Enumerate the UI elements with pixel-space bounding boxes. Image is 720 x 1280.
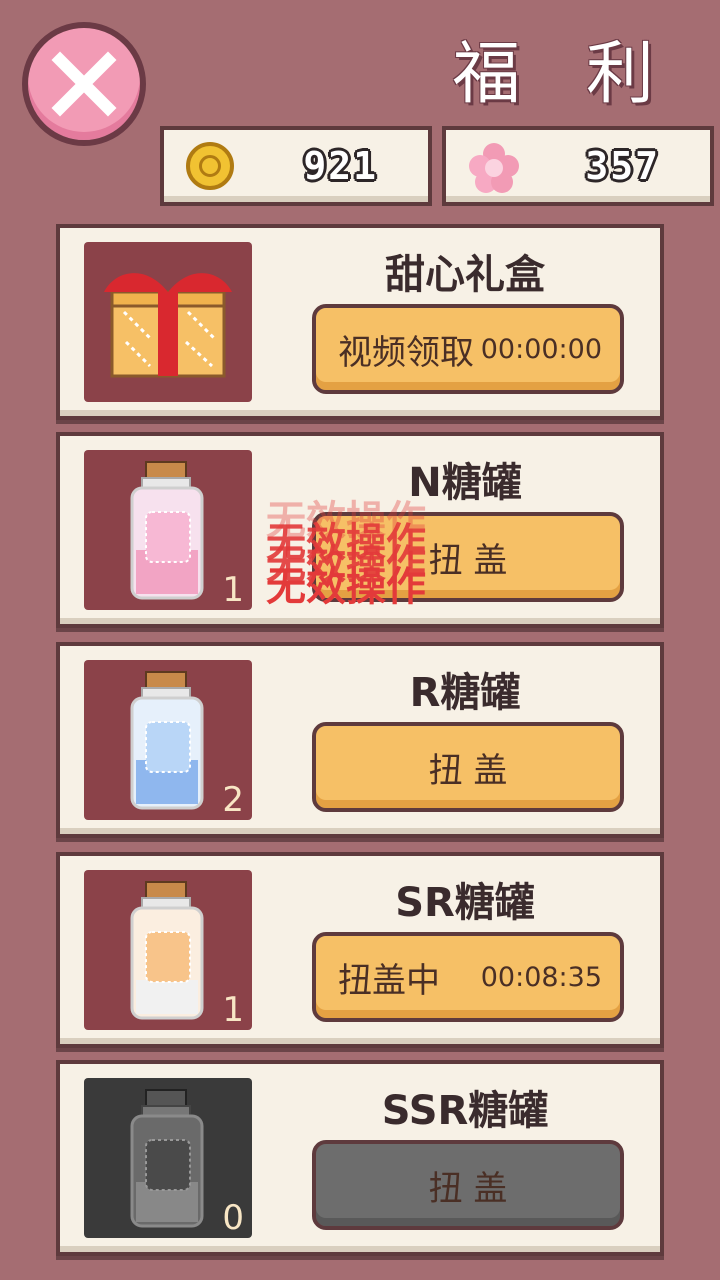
pink-flower-icon xyxy=(469,143,519,193)
card-thumbnail: 0 xyxy=(84,1078,252,1238)
coin-counter: 921 xyxy=(160,126,432,206)
card-thumbnail: 1 xyxy=(84,870,252,1030)
close-x-icon xyxy=(51,51,117,117)
button-timer: 00:00:00 xyxy=(480,333,602,365)
card-n-jar: 1 N糖罐 扭 盖 xyxy=(56,432,664,628)
card-title: R糖罐 xyxy=(409,670,521,716)
watch-video-claim-button[interactable]: 视频领取 00:00:00 xyxy=(312,304,624,394)
card-thumbnail: 2 xyxy=(84,660,252,820)
card-title: N糖罐 xyxy=(408,460,522,506)
jar-count: 1 xyxy=(222,570,244,610)
jar-count: 1 xyxy=(222,990,244,1030)
twist-lid-button-disabled[interactable]: 扭 盖 xyxy=(312,1140,624,1230)
card-thumbnail xyxy=(84,242,252,402)
card-thumbnail: 1 xyxy=(84,450,252,610)
close-button[interactable] xyxy=(22,22,146,146)
flower-value: 357 xyxy=(585,144,660,188)
button-label: 视频领取 xyxy=(338,332,474,373)
gift-box-icon xyxy=(104,273,232,378)
twist-lid-button[interactable]: 扭 盖 xyxy=(312,722,624,812)
coin-value: 921 xyxy=(303,144,378,188)
button-timer: 00:08:35 xyxy=(480,961,602,993)
card-title: SSR糖罐 xyxy=(381,1088,549,1134)
gold-coin-icon xyxy=(186,142,234,190)
flower-counter: 357 xyxy=(442,126,714,206)
page-title: 福 利 xyxy=(452,35,676,114)
card-title: 甜心礼盒 xyxy=(385,252,545,298)
button-label: 扭盖中 xyxy=(338,960,440,1001)
jar-count: 2 xyxy=(222,780,244,820)
card-r-jar: 2 R糖罐 扭 盖 xyxy=(56,642,664,838)
jar-count: 0 xyxy=(222,1198,244,1238)
card-ssr-jar: 0 SSR糖罐 扭 盖 xyxy=(56,1060,664,1256)
twist-lid-button[interactable]: 扭 盖 xyxy=(312,512,624,602)
twisting-lid-button[interactable]: 扭盖中 00:08:35 xyxy=(312,932,624,1022)
card-title: SR糖罐 xyxy=(395,880,535,926)
card-sr-jar: 1 SR糖罐 扭盖中 00:08:35 xyxy=(56,852,664,1048)
card-gift-box: 甜心礼盒 视频领取 00:00:00 xyxy=(56,224,664,420)
